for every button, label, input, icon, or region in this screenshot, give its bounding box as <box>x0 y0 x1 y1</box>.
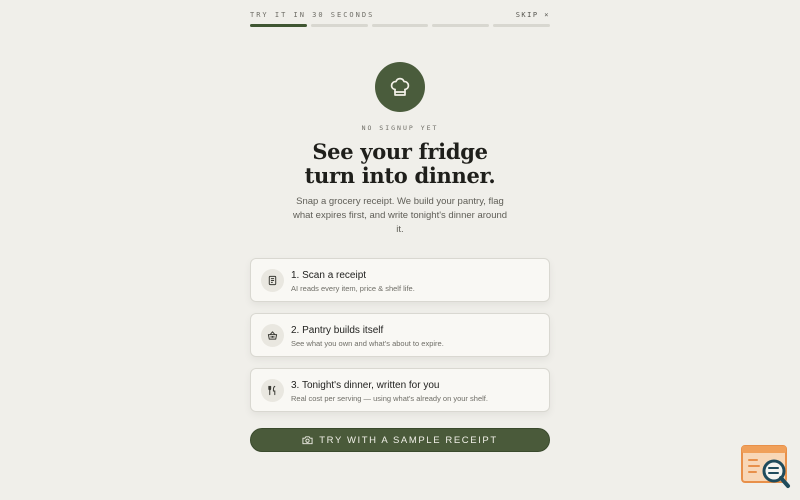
search-doc-badge[interactable] <box>740 444 792 490</box>
try-sample-receipt-button[interactable]: TRY WITH A SAMPLE RECEIPT <box>250 428 550 452</box>
try-label: TRY IT IN 30 SECONDS <box>250 11 375 19</box>
step-description: See what you own and what's about to exp… <box>291 339 444 348</box>
step-title: 1. Scan a receipt <box>291 270 367 281</box>
chef-hat-badge <box>375 62 425 112</box>
step-card-scan-receipt[interactable]: 1. Scan a receipt AI reads every item, p… <box>250 258 550 302</box>
eyebrow-label: NO SIGNUP YET <box>361 124 439 132</box>
progress-step-1 <box>250 24 307 27</box>
step-description: Real cost per serving — using what's alr… <box>291 394 488 403</box>
step-texts: 2. Pantry builds itself See what you own… <box>291 324 444 349</box>
step-icon-badge <box>261 324 284 347</box>
intro-subtext: Snap a grocery receipt. We build your pa… <box>292 196 508 235</box>
basket-icon <box>267 331 278 340</box>
step-description: AI reads every item, price & shelf life. <box>291 284 415 293</box>
headline-line-2: turn into dinner. <box>304 163 496 188</box>
camera-icon <box>302 436 313 445</box>
fork-knife-icon <box>268 385 276 396</box>
progress-bar <box>250 24 550 27</box>
skip-button[interactable]: SKIP × <box>516 11 550 19</box>
step-card-pantry[interactable]: 2. Pantry builds itself See what you own… <box>250 313 550 357</box>
headline: See your fridge turn into dinner. <box>250 140 550 188</box>
step-icon-badge <box>261 379 284 402</box>
step-title: 2. Pantry builds itself <box>291 325 384 336</box>
step-card-dinner[interactable]: 3. Tonight's dinner, written for you Rea… <box>250 368 550 412</box>
cta-label: TRY WITH A SAMPLE RECEIPT <box>319 434 498 446</box>
step-icon-badge <box>261 269 284 292</box>
step-title: 3. Tonight's dinner, written for you <box>291 380 440 391</box>
top-bar: TRY IT IN 30 SECONDS SKIP × <box>250 9 550 21</box>
chef-hat-icon <box>390 77 410 96</box>
progress-step-3 <box>371 24 429 27</box>
step-texts: 1. Scan a receipt AI reads every item, p… <box>291 269 415 294</box>
step-texts: 3. Tonight's dinner, written for you Rea… <box>291 379 488 404</box>
progress-step-4 <box>432 24 490 27</box>
receipt-icon <box>268 275 277 286</box>
search-doc-icon <box>741 445 790 488</box>
headline-line-1: See your fridge <box>312 139 488 164</box>
progress-step-5 <box>493 24 550 27</box>
progress-step-2 <box>310 24 368 27</box>
